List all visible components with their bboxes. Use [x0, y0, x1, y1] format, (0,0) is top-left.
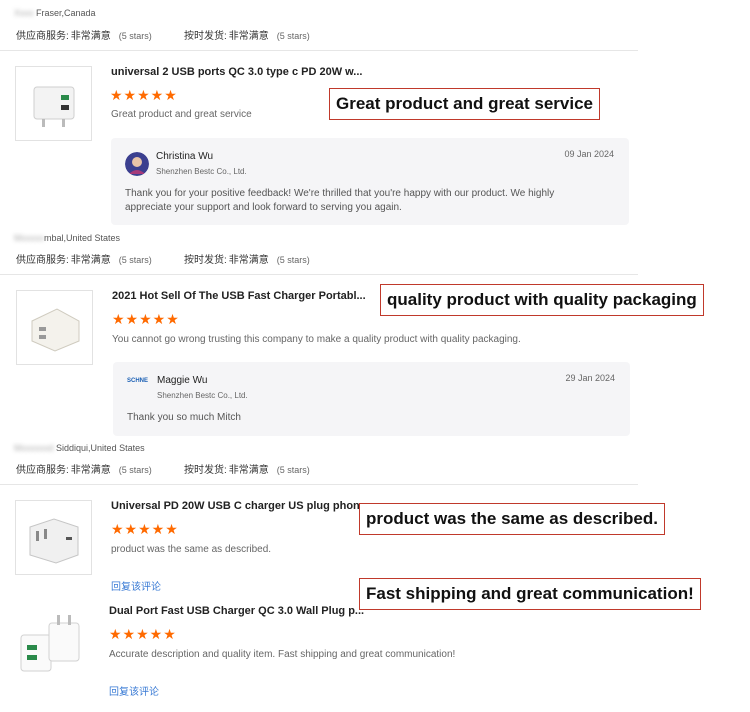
divider: [0, 484, 638, 485]
review-text: You cannot go wrong trusting this compan…: [112, 334, 521, 345]
reply-review-link[interactable]: 回复该评论: [111, 578, 161, 593]
reply-review-link[interactable]: 回复该评论: [109, 683, 159, 698]
reply-author: Maggie Wu: [157, 375, 208, 386]
review-callout: product was the same as described.: [359, 503, 665, 535]
product-thumbnail[interactable]: [15, 66, 92, 141]
reply-body: Thank you so much Mitch: [127, 412, 241, 423]
star-rating: ★★★★★: [109, 626, 177, 642]
buyer-name: Xxxx Fraser,Canada: [14, 8, 96, 18]
supplier-reply: SCHNE Maggie Wu Shenzhen Bestc Co., Ltd.…: [113, 362, 630, 436]
star-rating: ★★★★★: [111, 521, 179, 537]
divider: [0, 274, 638, 275]
on-time-shipping-rating: 按时发货: 非常满意 (5 stars): [184, 31, 310, 42]
on-time-shipping-rating: 按时发货: 非常满意 (5 stars): [184, 465, 310, 476]
reply-company: Shenzhen Bestc Co., Ltd.: [157, 391, 248, 400]
product-title[interactable]: 2021 Hot Sell Of The USB Fast Charger Po…: [112, 290, 370, 302]
charger-image-icon: [20, 615, 80, 672]
review-text: Great product and great service: [111, 109, 252, 120]
supplier-service-rating: 供应商服务: 非常满意 (5 stars): [16, 255, 152, 266]
product-title[interactable]: universal 2 USB ports QC 3.0 type c PD 2…: [111, 66, 371, 78]
review-callout: quality product with quality packaging: [380, 284, 704, 316]
on-time-shipping-rating: 按时发货: 非常满意 (5 stars): [184, 255, 310, 266]
reply-body: Thank you for your positive feedback! We…: [125, 188, 555, 213]
reply-company: Shenzhen Bestc Co., Ltd.: [156, 167, 247, 176]
buyer-name: Mxxxxxmbal,United States: [14, 233, 121, 243]
review-callout: Fast shipping and great communication!: [359, 578, 701, 610]
buyer-name: Mxxxxxxd Siddiqui,United States: [14, 443, 145, 453]
reply-date: 29 Jan 2024: [565, 373, 615, 383]
product-thumbnail[interactable]: [16, 290, 93, 365]
product-thumbnail[interactable]: [15, 500, 92, 575]
product-title[interactable]: Universal PD 20W USB C charger US plug p…: [111, 500, 364, 512]
reply-date: 09 Jan 2024: [564, 149, 614, 159]
reply-author: Christina Wu: [156, 151, 214, 162]
charger-image-icon: [33, 86, 75, 127]
supplier-service-rating: 供应商服务: 非常满意 (5 stars): [16, 465, 152, 476]
review-text: product was the same as described.: [111, 544, 272, 555]
review-text: Accurate description and quality item. F…: [109, 649, 456, 660]
charger-image-icon: [29, 518, 79, 564]
product-title[interactable]: Dual Port Fast USB Charger QC 3.0 Wall P…: [109, 605, 364, 617]
product-thumbnail[interactable]: [13, 605, 87, 679]
company-logo: SCHNE: [127, 378, 149, 384]
supplier-reply: Christina Wu Shenzhen Bestc Co., Ltd. 09…: [111, 138, 629, 225]
charger-image-icon: [31, 308, 80, 352]
star-rating: ★★★★★: [112, 311, 180, 327]
divider: [0, 50, 638, 51]
review-callout: Great product and great service: [329, 88, 600, 120]
supplier-service-rating: 供应商服务: 非常满意 (5 stars): [16, 31, 152, 42]
avatar: [125, 152, 149, 176]
star-rating: ★★★★★: [110, 87, 178, 103]
